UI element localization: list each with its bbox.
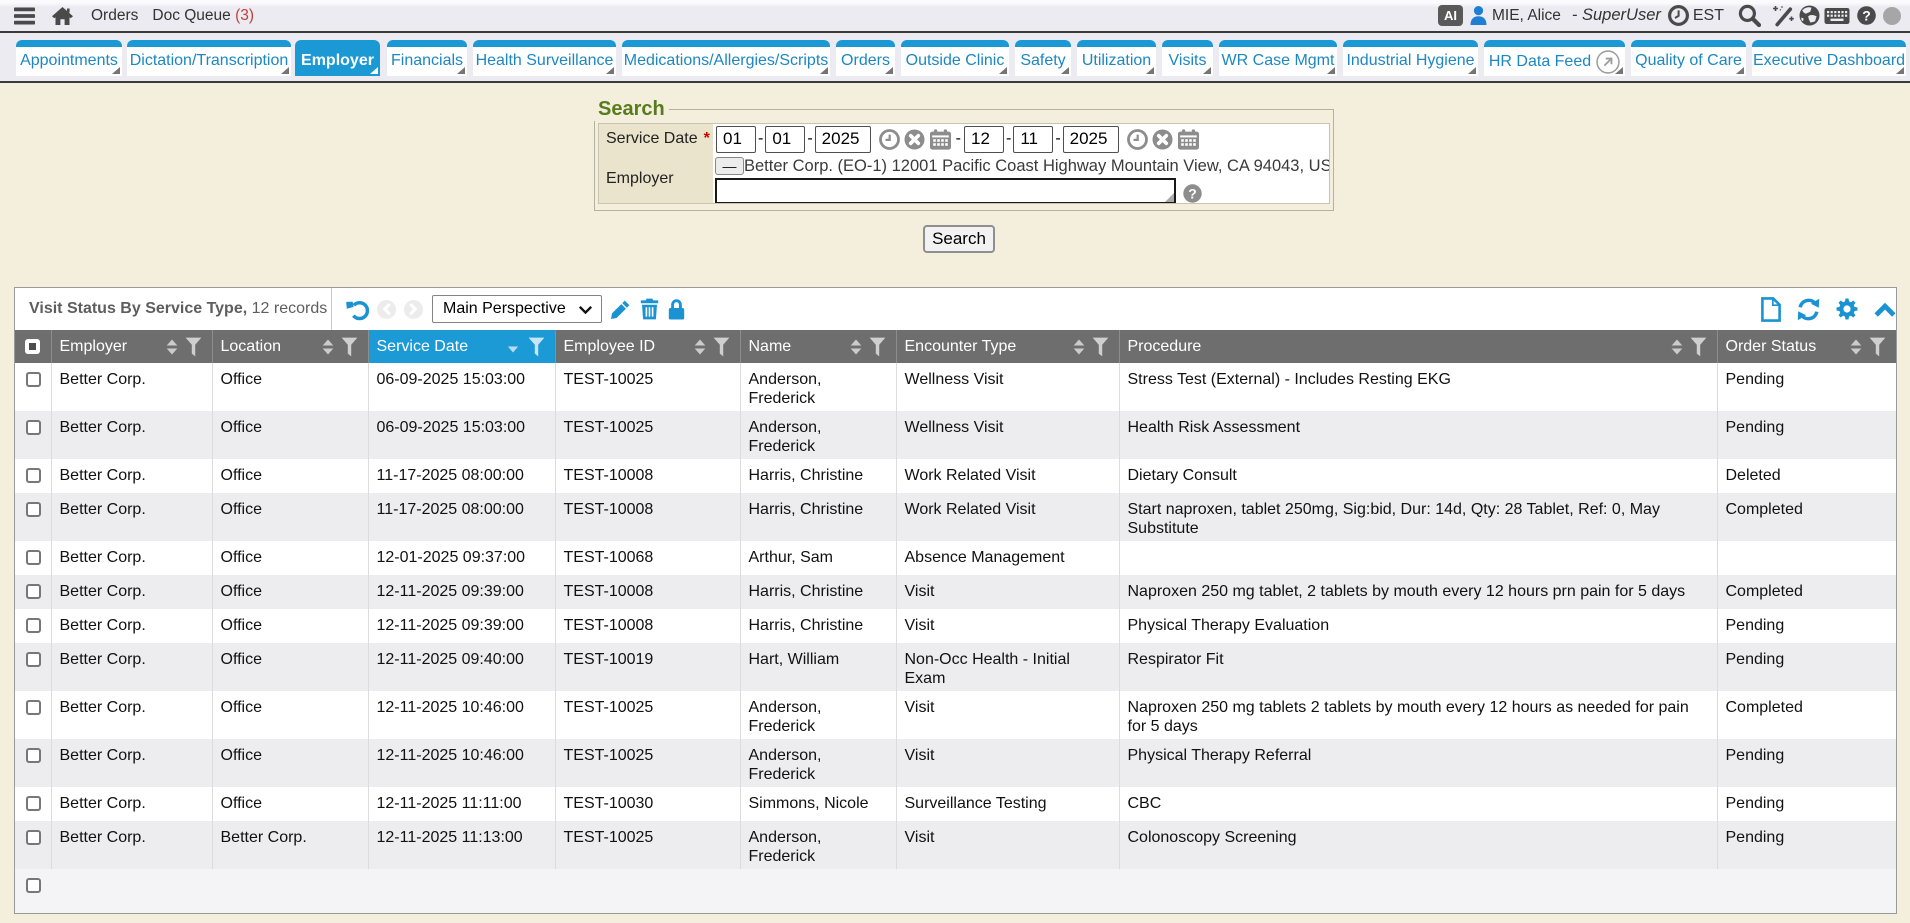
svg-text:?: ?	[1862, 7, 1871, 23]
svg-text:?: ?	[1188, 185, 1197, 201]
